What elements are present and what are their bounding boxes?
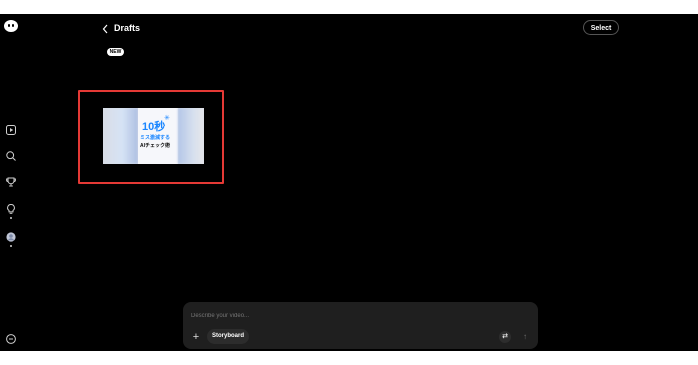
send-icon[interactable]: ↑ — [519, 331, 531, 343]
describe-video-input[interactable] — [191, 311, 431, 321]
active-dot — [10, 245, 12, 247]
info-icon[interactable] — [5, 333, 17, 345]
profile-icon[interactable] — [5, 231, 17, 243]
select-button[interactable]: Select — [583, 20, 619, 35]
logo-icon[interactable] — [4, 20, 18, 32]
back-chevron-icon[interactable] — [101, 22, 111, 34]
page-title: Drafts — [114, 23, 141, 33]
notification-dot — [10, 217, 12, 219]
search-icon[interactable] — [5, 150, 17, 162]
play-icon[interactable] — [5, 124, 17, 136]
add-icon[interactable]: + — [190, 331, 202, 343]
app-canvas: Drafts Select NEW 10秒 ✳ ミス激減する AIチェック術 +… — [0, 14, 698, 351]
trophy-icon[interactable] — [5, 176, 17, 188]
bulb-icon[interactable] — [5, 203, 17, 215]
shuffle-icon[interactable]: ⇄ — [499, 331, 511, 343]
sidebar — [0, 14, 24, 351]
composer: + Storyboard ⇄ ↑ — [183, 302, 538, 349]
highlight-box — [78, 90, 224, 184]
new-badge: NEW — [107, 48, 124, 56]
storyboard-button[interactable]: Storyboard — [207, 329, 249, 344]
